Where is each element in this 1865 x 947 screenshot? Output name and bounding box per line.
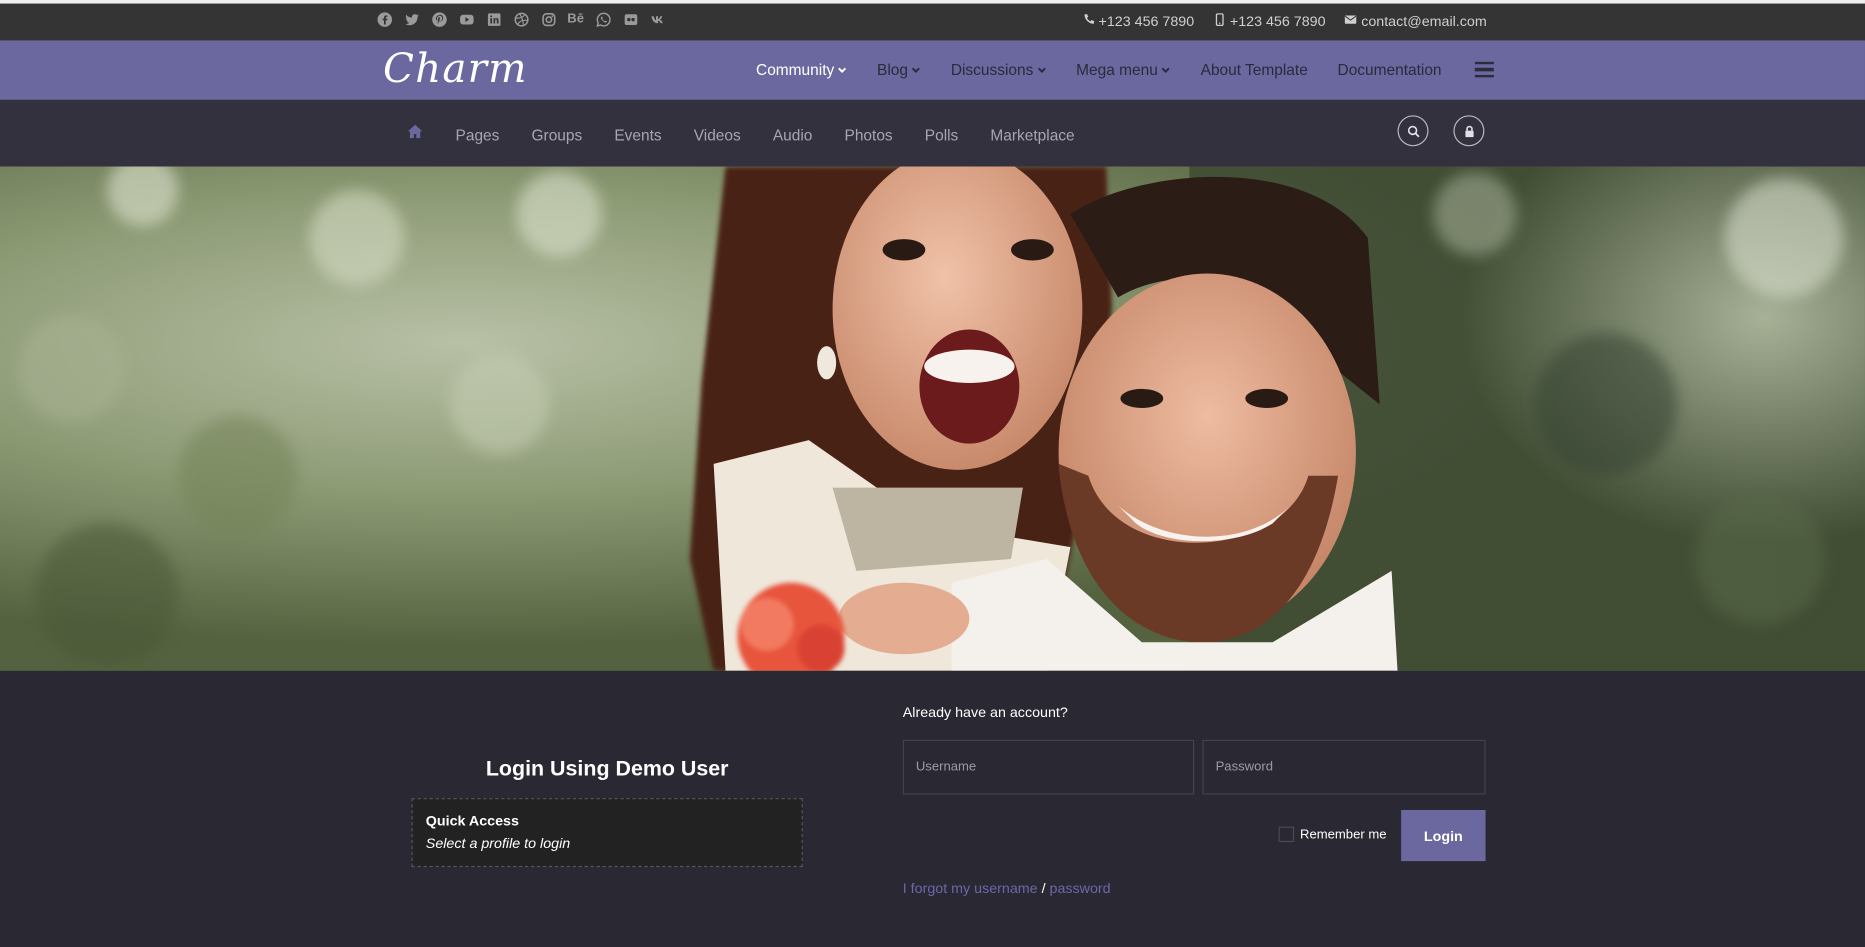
nav-discussions-label: Discussions: [950, 60, 1034, 79]
instagram-icon[interactable]: [540, 11, 557, 28]
mobile-contact: +123 456 7890: [1213, 13, 1326, 30]
mobile-icon: [1213, 13, 1226, 30]
couple-photo: [0, 166, 1865, 671]
forgot-links: I forgot my username / password: [903, 880, 1111, 897]
home-icon[interactable]: [407, 124, 424, 145]
email-address[interactable]: contact@email.com: [1361, 13, 1487, 30]
account-prompt: Already have an account?: [902, 704, 1068, 721]
lock-icon: [1464, 125, 1473, 137]
pinterest-icon[interactable]: [431, 11, 448, 28]
login-section: Login Using Demo User Quick Access Selec…: [0, 670, 1865, 947]
whatsapp-icon[interactable]: [595, 11, 612, 28]
username-input[interactable]: [902, 739, 1195, 795]
forgot-password-link[interactable]: password: [1050, 880, 1111, 897]
nav-blog[interactable]: Blog: [877, 61, 921, 79]
password-input[interactable]: [1202, 739, 1486, 795]
social-links: Bē: [376, 11, 666, 28]
nav-discussions[interactable]: Discussions: [951, 61, 1047, 79]
twitter-icon[interactable]: [403, 11, 420, 28]
nav-blog-label: Blog: [877, 60, 909, 79]
nav-documentation[interactable]: Documentation: [1338, 61, 1442, 79]
subnav-videos[interactable]: Videos: [694, 125, 741, 143]
subnav-pages[interactable]: Pages: [456, 125, 500, 143]
subnav-groups[interactable]: Groups: [532, 125, 583, 143]
login-lock-button[interactable]: [1453, 115, 1485, 147]
nav-community[interactable]: Community: [756, 61, 847, 79]
top-contact-bar: Bē +123 456 7890 +123 456 7890 contact@e…: [0, 0, 1865, 41]
quick-access-title: Quick Access: [425, 812, 519, 830]
remember-me[interactable]: Remember me: [1278, 826, 1387, 843]
phone-contact: +123 456 7890: [1082, 13, 1194, 30]
vk-icon[interactable]: [649, 11, 666, 28]
subnav-polls[interactable]: Polls: [925, 125, 959, 143]
nav-mega-menu-label: Mega menu: [1076, 60, 1158, 79]
phone-number-2[interactable]: +123 456 7890: [1230, 13, 1326, 30]
phone-icon: [1082, 13, 1095, 30]
chevron-down-icon: [838, 67, 847, 73]
forgot-separator: /: [1037, 880, 1050, 897]
quick-access-box[interactable]: Quick Access Select a profile to login: [411, 798, 803, 868]
nav-mega-menu[interactable]: Mega menu: [1076, 61, 1171, 79]
secondary-nav: Pages Groups Events Videos Audio Photos …: [407, 124, 1075, 145]
chevron-down-icon: [1037, 67, 1046, 73]
login-button[interactable]: Login: [1401, 809, 1486, 862]
subnav-audio[interactable]: Audio: [773, 125, 813, 143]
nav-community-label: Community: [756, 60, 835, 79]
behance-icon[interactable]: Bē: [567, 11, 584, 28]
linkedin-icon[interactable]: [485, 11, 502, 28]
dribbble-icon[interactable]: [513, 11, 530, 28]
subnav-marketplace[interactable]: Marketplace: [990, 125, 1074, 143]
youtube-icon[interactable]: [458, 11, 475, 28]
hero-banner-image: [0, 166, 1865, 671]
quick-access-subtitle[interactable]: Select a profile to login: [426, 835, 789, 852]
chevron-down-icon: [912, 67, 921, 73]
search-button[interactable]: [1397, 115, 1429, 147]
nav-about-template[interactable]: About Template: [1201, 61, 1308, 79]
main-nav: Community Blog Discussions Mega menu Abo…: [756, 61, 1494, 79]
forgot-username-link[interactable]: I forgot my username: [903, 880, 1038, 897]
subnav-events[interactable]: Events: [614, 125, 661, 143]
main-header: Charm Community Blog Discussions Mega me…: [0, 40, 1865, 100]
demo-login-title: Login Using Demo User: [485, 756, 729, 781]
secondary-nav-bar: Pages Groups Events Videos Audio Photos …: [0, 99, 1865, 167]
contact-info: +123 456 7890 +123 456 7890 contact@emai…: [1082, 13, 1487, 30]
phone-number-1[interactable]: +123 456 7890: [1099, 13, 1195, 30]
subnav-photos[interactable]: Photos: [845, 125, 893, 143]
remember-me-checkbox[interactable]: [1278, 826, 1295, 843]
email-contact: contact@email.com: [1345, 13, 1487, 30]
search-icon: [1407, 125, 1419, 137]
remember-me-label: Remember me: [1300, 827, 1387, 842]
envelope-icon: [1345, 13, 1358, 30]
site-logo[interactable]: Charm: [383, 45, 528, 93]
flickr-icon[interactable]: [622, 11, 639, 28]
facebook-icon[interactable]: [376, 11, 393, 28]
chevron-down-icon: [1162, 67, 1171, 73]
hamburger-menu-icon[interactable]: [1474, 61, 1494, 78]
